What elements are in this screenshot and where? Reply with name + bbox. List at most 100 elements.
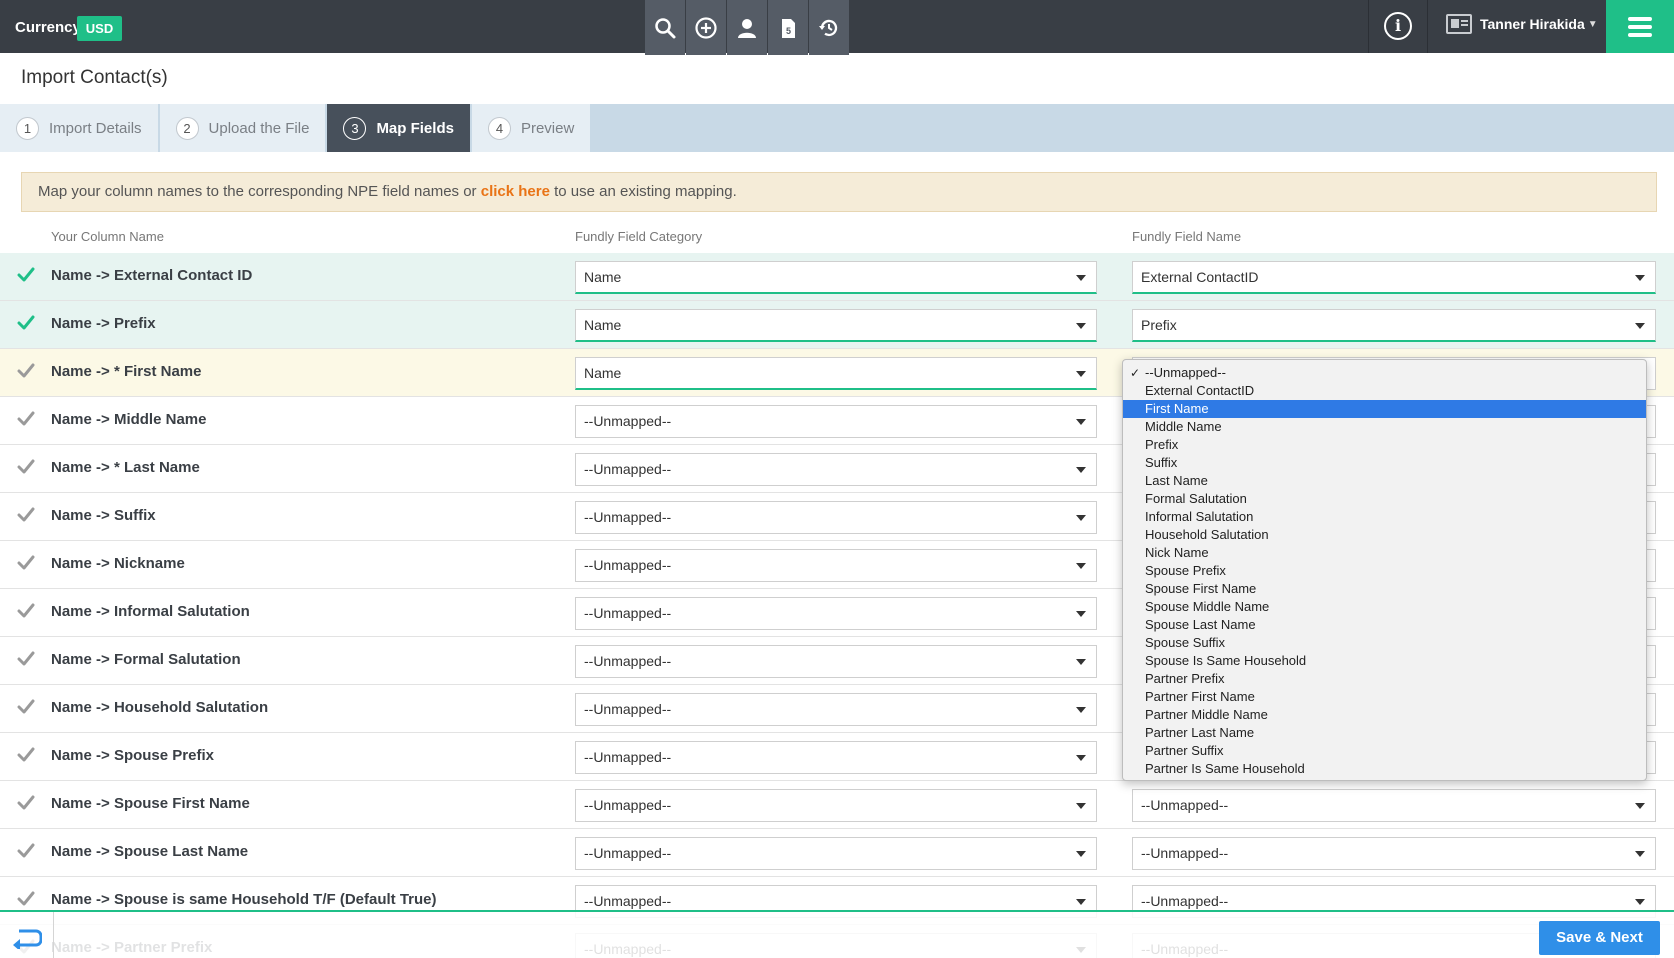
user-name: Tanner Hirakida [1480, 16, 1585, 32]
column-name: Name -> Informal Salutation [51, 603, 250, 620]
hamburger-menu-button[interactable] [1606, 0, 1674, 53]
checkmark-icon [17, 698, 35, 716]
header-field-name: Fundly Field Name [1132, 229, 1242, 244]
field-category-select[interactable]: --Unmapped-- [575, 693, 1097, 726]
dropdown-option[interactable]: Spouse Last Name [1123, 616, 1646, 634]
field-category-select[interactable]: --Unmapped-- [575, 597, 1097, 630]
field-category-select[interactable]: Name [575, 357, 1097, 390]
quick-actions-toolbar: 5 [645, 0, 850, 55]
dropdown-option[interactable]: Partner Is Same Household [1123, 760, 1646, 778]
top-navigation-bar: Currency USD 5 i Tanner Hirakida ▼ [0, 0, 1674, 55]
field-category-select[interactable]: --Unmapped-- [575, 789, 1097, 822]
step-map-fields[interactable]: 3 Map Fields [327, 104, 470, 152]
column-name: Name -> Spouse Prefix [51, 747, 214, 764]
field-category-select[interactable]: --Unmapped-- [575, 741, 1097, 774]
dropdown-option[interactable]: Partner Suffix [1123, 742, 1646, 760]
person-icon [738, 18, 756, 38]
dropdown-option[interactable]: Partner Middle Name [1123, 706, 1646, 724]
hamburger-icon-bar [1628, 32, 1652, 37]
field-category-select[interactable]: --Unmapped-- [575, 501, 1097, 534]
dropdown-option[interactable]: Spouse Prefix [1123, 562, 1646, 580]
history-button[interactable] [809, 0, 849, 55]
search-button[interactable] [645, 0, 685, 55]
step-preview[interactable]: 4 Preview [471, 104, 591, 152]
step-label: Map Fields [376, 119, 454, 137]
user-card-icon [1446, 14, 1472, 34]
field-name-select[interactable]: Prefix [1132, 309, 1656, 342]
field-name-select[interactable]: --Unmapped-- [1132, 789, 1656, 822]
dropdown-option[interactable]: Formal Salutation [1123, 490, 1646, 508]
dropdown-option-label: Partner Prefix [1145, 671, 1225, 686]
field-category-value: --Unmapped-- [584, 605, 672, 621]
field-category-select[interactable]: Name [575, 261, 1097, 294]
dropdown-option[interactable]: Spouse Middle Name [1123, 598, 1646, 616]
chevron-down-icon [1076, 659, 1086, 665]
notice-text-before: Map your column names to the correspondi… [38, 183, 481, 200]
field-category-select[interactable]: --Unmapped-- [575, 453, 1097, 486]
dropdown-option-label: Suffix [1145, 455, 1178, 470]
field-category-select[interactable]: --Unmapped-- [575, 837, 1097, 870]
topbar-divider [1427, 0, 1428, 53]
dropdown-option[interactable]: Spouse First Name [1123, 580, 1646, 598]
back-arrow-icon[interactable] [12, 927, 42, 949]
currency-badge[interactable]: USD [77, 16, 122, 41]
dropdown-option[interactable]: Suffix [1123, 454, 1646, 472]
svg-text:5: 5 [786, 26, 791, 36]
step-number: 3 [343, 116, 367, 140]
field-category-select[interactable]: --Unmapped-- [575, 645, 1097, 678]
dropdown-option[interactable]: Informal Salutation [1123, 508, 1646, 526]
checkmark-icon [17, 554, 35, 572]
dropdown-option-label: Prefix [1145, 437, 1179, 452]
step-label: Preview [520, 119, 575, 137]
field-name-select[interactable]: External ContactID [1132, 261, 1656, 294]
dropdown-option[interactable]: Last Name [1123, 472, 1646, 490]
documents-button[interactable]: 5 [768, 0, 808, 55]
currency-label: Currency [15, 19, 81, 36]
footer-bar: Save & Next [0, 910, 1674, 958]
column-name: Name -> Spouse First Name [51, 795, 250, 812]
checkmark-icon [17, 410, 35, 428]
info-icon[interactable]: i [1384, 12, 1412, 40]
step-number: 2 [175, 116, 199, 140]
field-category-select[interactable]: --Unmapped-- [575, 405, 1097, 438]
step-upload-the-file[interactable]: 2 Upload the File [159, 104, 326, 152]
checkmark-icon [17, 314, 35, 332]
field-category-value: --Unmapped-- [584, 557, 672, 573]
dropdown-option[interactable]: Spouse Is Same Household [1123, 652, 1646, 670]
dropdown-option[interactable]: ✓ --Unmapped-- [1123, 364, 1646, 382]
step-label: Upload the File [208, 119, 310, 137]
dropdown-option[interactable]: Partner Last Name [1123, 724, 1646, 742]
field-name-select[interactable]: --Unmapped-- [1132, 837, 1656, 870]
dropdown-option-label: Formal Salutation [1145, 491, 1247, 506]
checkmark-icon [17, 458, 35, 476]
field-category-select[interactable]: Name [575, 309, 1097, 342]
add-button[interactable] [686, 0, 726, 55]
dropdown-option[interactable]: Household Salutation [1123, 526, 1646, 544]
chevron-down-icon [1076, 323, 1086, 329]
dropdown-option[interactable]: First Name [1123, 400, 1646, 418]
dropdown-option[interactable]: Nick Name [1123, 544, 1646, 562]
field-category-value: Name [584, 269, 622, 285]
dropdown-option[interactable]: External ContactID [1123, 382, 1646, 400]
user-menu[interactable]: Tanner Hirakida ▼ [1446, 14, 1598, 34]
existing-mapping-link[interactable]: click here [481, 183, 550, 200]
document-badge-icon: 5 [782, 18, 795, 38]
dropdown-option[interactable]: Prefix [1123, 436, 1646, 454]
dropdown-option-label: Spouse Last Name [1145, 617, 1256, 632]
page-title: Import Contact(s) [21, 67, 168, 88]
dropdown-option[interactable]: Middle Name [1123, 418, 1646, 436]
field-name-value: --Unmapped-- [1141, 797, 1229, 813]
field-category-select[interactable]: --Unmapped-- [575, 549, 1097, 582]
hamburger-icon-bar [1628, 16, 1652, 21]
contacts-button[interactable] [727, 0, 767, 55]
dropdown-option-label: Partner Middle Name [1145, 707, 1268, 722]
dropdown-option[interactable]: Partner Prefix [1123, 670, 1646, 688]
chevron-down-icon [1076, 515, 1086, 521]
table-row: Name -> Spouse First Name --Unmapped-- --U… [0, 781, 1674, 829]
field-category-value: --Unmapped-- [584, 461, 672, 477]
field-name-dropdown-menu[interactable]: ✓ --Unmapped-- External ContactID First Nam… [1122, 359, 1647, 781]
dropdown-option[interactable]: Spouse Suffix [1123, 634, 1646, 652]
save-and-next-button[interactable]: Save & Next [1539, 921, 1660, 955]
step-import-details[interactable]: 1 Import Details [0, 104, 158, 152]
dropdown-option[interactable]: Partner First Name [1123, 688, 1646, 706]
